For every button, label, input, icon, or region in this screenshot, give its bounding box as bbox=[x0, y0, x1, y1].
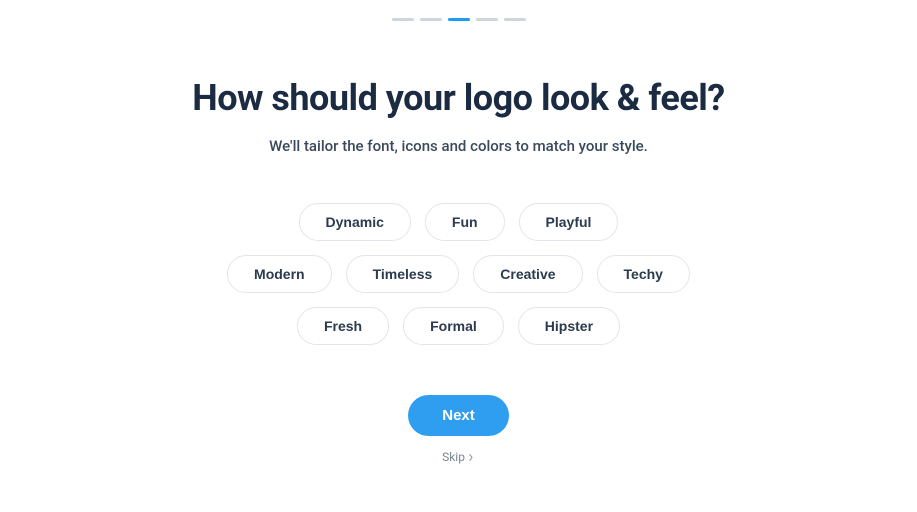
style-chips-container: Dynamic Fun Playful Modern Timeless Crea… bbox=[227, 203, 690, 345]
progress-step bbox=[420, 18, 442, 21]
style-chip-modern[interactable]: Modern bbox=[227, 255, 332, 293]
progress-step bbox=[476, 18, 498, 21]
page-heading: How should your logo look & feel? bbox=[192, 77, 724, 119]
progress-step bbox=[504, 18, 526, 21]
chips-row: Fresh Formal Hipster bbox=[297, 307, 620, 345]
style-chip-creative[interactable]: Creative bbox=[473, 255, 582, 293]
progress-step bbox=[392, 18, 414, 21]
style-chip-fresh[interactable]: Fresh bbox=[297, 307, 389, 345]
page-subheading: We'll tailor the font, icons and colors … bbox=[269, 137, 648, 155]
style-chip-hipster[interactable]: Hipster bbox=[518, 307, 620, 345]
progress-step-active bbox=[448, 18, 470, 21]
style-chip-fun[interactable]: Fun bbox=[425, 203, 505, 241]
progress-bar bbox=[392, 18, 526, 21]
skip-label: Skip bbox=[442, 450, 465, 464]
style-chip-techy[interactable]: Techy bbox=[597, 255, 690, 293]
chips-row: Dynamic Fun Playful bbox=[299, 203, 619, 241]
style-chip-dynamic[interactable]: Dynamic bbox=[299, 203, 411, 241]
next-button[interactable]: Next bbox=[408, 395, 509, 436]
style-chip-playful[interactable]: Playful bbox=[519, 203, 619, 241]
chevron-right-icon bbox=[468, 454, 475, 461]
style-chip-formal[interactable]: Formal bbox=[403, 307, 504, 345]
chips-row: Modern Timeless Creative Techy bbox=[227, 255, 690, 293]
style-chip-timeless[interactable]: Timeless bbox=[346, 255, 460, 293]
skip-link[interactable]: Skip bbox=[442, 450, 475, 464]
